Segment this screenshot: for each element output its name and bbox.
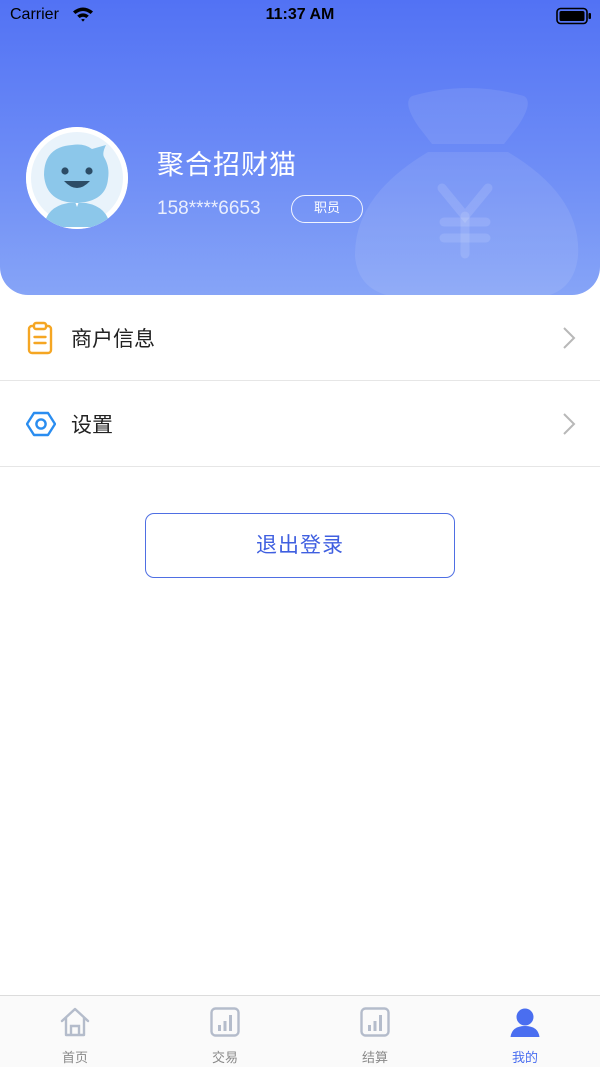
role-badge: 职员: [291, 195, 363, 223]
user-icon: [510, 1008, 540, 1037]
chevron-right-icon: [562, 412, 576, 440]
phone-number: 158****6653: [157, 198, 261, 219]
bar-chart-icon: [210, 1007, 240, 1037]
status-bar: Carrier 11:37 AM: [0, 0, 600, 32]
chevron-right-icon: [562, 326, 576, 354]
tab-home[interactable]: 首页: [0, 996, 150, 1067]
menu-item-merchant-info[interactable]: 商户信息: [0, 295, 600, 381]
tab-label: 结算: [361, 1051, 388, 1066]
tab-bar: 首页 交易 结算 我的: [0, 995, 600, 1067]
tab-label: 首页: [61, 1051, 88, 1066]
tab-transactions[interactable]: 交易: [150, 996, 300, 1067]
menu-item-settings[interactable]: 设置: [0, 381, 600, 467]
hexagon-settings-icon: [25, 407, 57, 441]
clipboard-icon: [26, 321, 54, 355]
money-bag-icon: [350, 88, 585, 295]
tab-label: 交易: [211, 1051, 238, 1066]
avatar[interactable]: [26, 127, 128, 229]
home-icon: [60, 1007, 90, 1037]
menu-item-label: 商户信息: [71, 327, 155, 351]
status-time: 11:37 AM: [265, 6, 335, 23]
menu-item-label: 设置: [71, 413, 113, 437]
logout-button[interactable]: 退出登录: [145, 513, 455, 578]
tab-settlement[interactable]: 结算: [300, 996, 450, 1067]
bar-chart-icon: [360, 1007, 390, 1037]
profile-header: Carrier 11:37 AM 聚合招财猫 158****6653 职员: [0, 0, 600, 295]
tab-label: 我的: [511, 1051, 538, 1066]
battery-icon: [556, 7, 592, 30]
merchant-name: 聚合招财猫: [157, 150, 297, 181]
tab-mine[interactable]: 我的: [450, 996, 600, 1067]
